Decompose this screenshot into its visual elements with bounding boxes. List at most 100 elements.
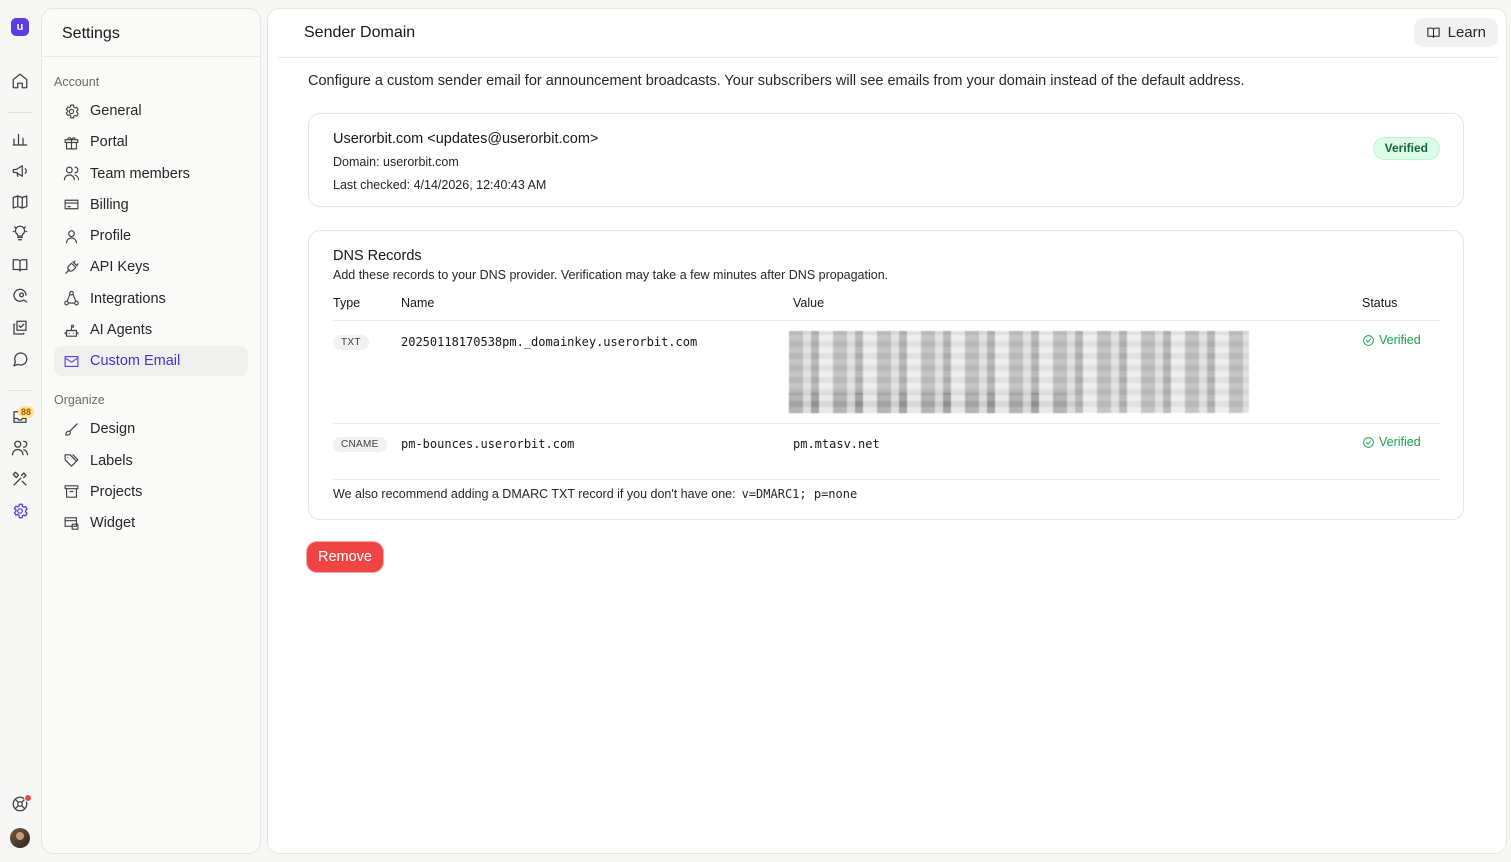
dns-title: DNS Records	[333, 248, 422, 264]
sidebar-item-label: Portal	[90, 134, 128, 151]
brush-icon	[62, 420, 80, 438]
sidebar-item-billing[interactable]: Billing	[54, 190, 248, 220]
gear-icon	[62, 102, 80, 120]
sidebar-item-team-members[interactable]: Team members	[54, 159, 248, 189]
book-icon[interactable]	[9, 254, 31, 276]
sidebar-item-general[interactable]: General	[54, 96, 248, 126]
group-label-organize: Organize	[54, 393, 105, 408]
column-header-value: Value	[793, 296, 825, 310]
sidebar-item-label: Integrations	[90, 290, 166, 307]
table-divider	[333, 320, 1440, 321]
gear-icon[interactable]	[9, 500, 31, 522]
avatar[interactable]	[10, 828, 30, 848]
main-panel: Sender Domain Learn Configure a custom s…	[267, 8, 1507, 854]
sidebar-title: Settings	[42, 9, 260, 57]
mail-icon	[62, 352, 80, 370]
record-name[interactable]: pm-bounces.userorbit.com	[401, 437, 574, 451]
redacted-value	[789, 393, 1075, 413]
icon-rail: u 88	[0, 0, 40, 862]
sidebar-item-label: Team members	[90, 165, 190, 182]
column-header-status: Status	[1362, 296, 1398, 310]
record-type-chip: TXT	[333, 335, 369, 350]
widget-icon	[62, 514, 80, 532]
sender-last-checked: Last checked: 4/14/2026, 12:40:43 AM	[333, 178, 547, 192]
dmarc-recommendation: We also recommend adding a DMARC TXT rec…	[333, 487, 857, 501]
page-header: Sender Domain Learn	[278, 9, 1498, 58]
sidebar-item-labels[interactable]: Labels	[54, 446, 248, 476]
dns-subtitle: Add these records to your DNS provider. …	[333, 268, 889, 282]
tools-icon[interactable]	[9, 468, 31, 490]
sender-name: Userorbit.com <updates@userorbit.com>	[333, 131, 599, 147]
record-status: Verified	[1362, 435, 1421, 449]
sidebar-item-projects[interactable]: Projects	[54, 477, 248, 507]
plug-icon	[62, 258, 80, 276]
sidebar-item-api-keys[interactable]: API Keys	[54, 252, 248, 282]
record-status-label: Verified	[1379, 435, 1421, 449]
settings-sidebar: Settings Account General Portal Team mem…	[41, 8, 261, 854]
sidebar-item-label: API Keys	[90, 259, 150, 276]
sidebar-item-label: Profile	[90, 228, 132, 245]
record-status-label: Verified	[1379, 333, 1421, 347]
sidebar-item-widget[interactable]: Widget	[54, 508, 248, 538]
rail-divider	[8, 112, 32, 113]
archive-icon	[62, 483, 80, 501]
status-badge: Verified	[1372, 137, 1440, 160]
users-icon[interactable]	[9, 437, 31, 459]
chart-icon[interactable]	[9, 128, 31, 150]
app-logo[interactable]: u	[11, 18, 29, 36]
record-status: Verified	[1362, 333, 1421, 347]
search-chat-icon[interactable]	[9, 285, 31, 307]
table-divider	[333, 479, 1440, 480]
column-header-name: Name	[401, 296, 435, 310]
credit-card-icon	[62, 196, 80, 214]
sidebar-item-design[interactable]: Design	[54, 414, 248, 444]
check-circle-icon	[1363, 436, 1374, 448]
megaphone-icon[interactable]	[9, 160, 31, 182]
sidebar-item-label: General	[90, 103, 142, 119]
remove-button[interactable]: Remove	[307, 542, 383, 572]
group-label-account: Account	[54, 75, 100, 89]
sidebar-item-label: Projects	[90, 483, 143, 500]
dns-records-card: DNS Records Add these records to your DN…	[308, 230, 1464, 520]
support-notification-dot	[24, 794, 32, 802]
check-square-icon[interactable]	[9, 317, 31, 339]
sidebar-item-custom-email[interactable]: Custom Email	[54, 346, 248, 377]
sidebar-item-label: Design	[90, 421, 136, 438]
sidebar-item-label: AI Agents	[90, 322, 153, 339]
record-value[interactable]: pm.mtasv.net	[793, 437, 880, 451]
record-type-chip: CNAME	[333, 437, 387, 452]
dmarc-text: We also recommend adding a DMARC TXT rec…	[333, 487, 736, 501]
map-icon[interactable]	[9, 191, 31, 213]
check-circle-icon	[1363, 334, 1374, 346]
sidebar-item-portal[interactable]: Portal	[54, 127, 248, 157]
sidebar-item-label: Labels	[90, 452, 133, 469]
lightbulb-icon[interactable]	[9, 222, 31, 244]
record-name[interactable]: 20250118170538pm._domainkey.userorbit.co…	[401, 335, 697, 349]
sidebar-item-label: Custom Email	[90, 353, 181, 370]
sender-card: Userorbit.com <updates@userorbit.com> Do…	[308, 113, 1464, 207]
sidebar-item-label: Billing	[90, 196, 129, 213]
user-icon	[62, 227, 80, 245]
column-header-type: Type	[333, 296, 361, 310]
learn-label: Learn	[1447, 24, 1486, 41]
table-divider	[333, 423, 1440, 424]
users-icon	[62, 165, 80, 183]
integrations-icon	[62, 290, 80, 308]
sidebar-item-integrations[interactable]: Integrations	[54, 284, 248, 314]
home-icon[interactable]	[9, 70, 31, 92]
page-title: Sender Domain	[304, 24, 416, 41]
dmarc-code[interactable]: v=DMARC1; p=none	[742, 487, 858, 501]
tag-icon	[62, 452, 80, 470]
sidebar-item-ai-agents[interactable]: AI Agents	[54, 315, 248, 345]
intro-text: Configure a custom sender email for anno…	[308, 73, 1245, 89]
sidebar-item-label: Widget	[90, 515, 136, 532]
book-open-icon	[1426, 27, 1440, 39]
sender-domain: Domain: userorbit.com	[333, 155, 459, 169]
notification-count-badge: 88	[18, 406, 35, 418]
gift-icon	[62, 133, 80, 151]
chat-icon[interactable]	[9, 348, 31, 370]
robot-icon	[62, 321, 80, 339]
learn-button[interactable]: Learn	[1413, 18, 1498, 47]
rail-divider	[8, 390, 32, 391]
sidebar-item-profile[interactable]: Profile	[54, 221, 248, 251]
